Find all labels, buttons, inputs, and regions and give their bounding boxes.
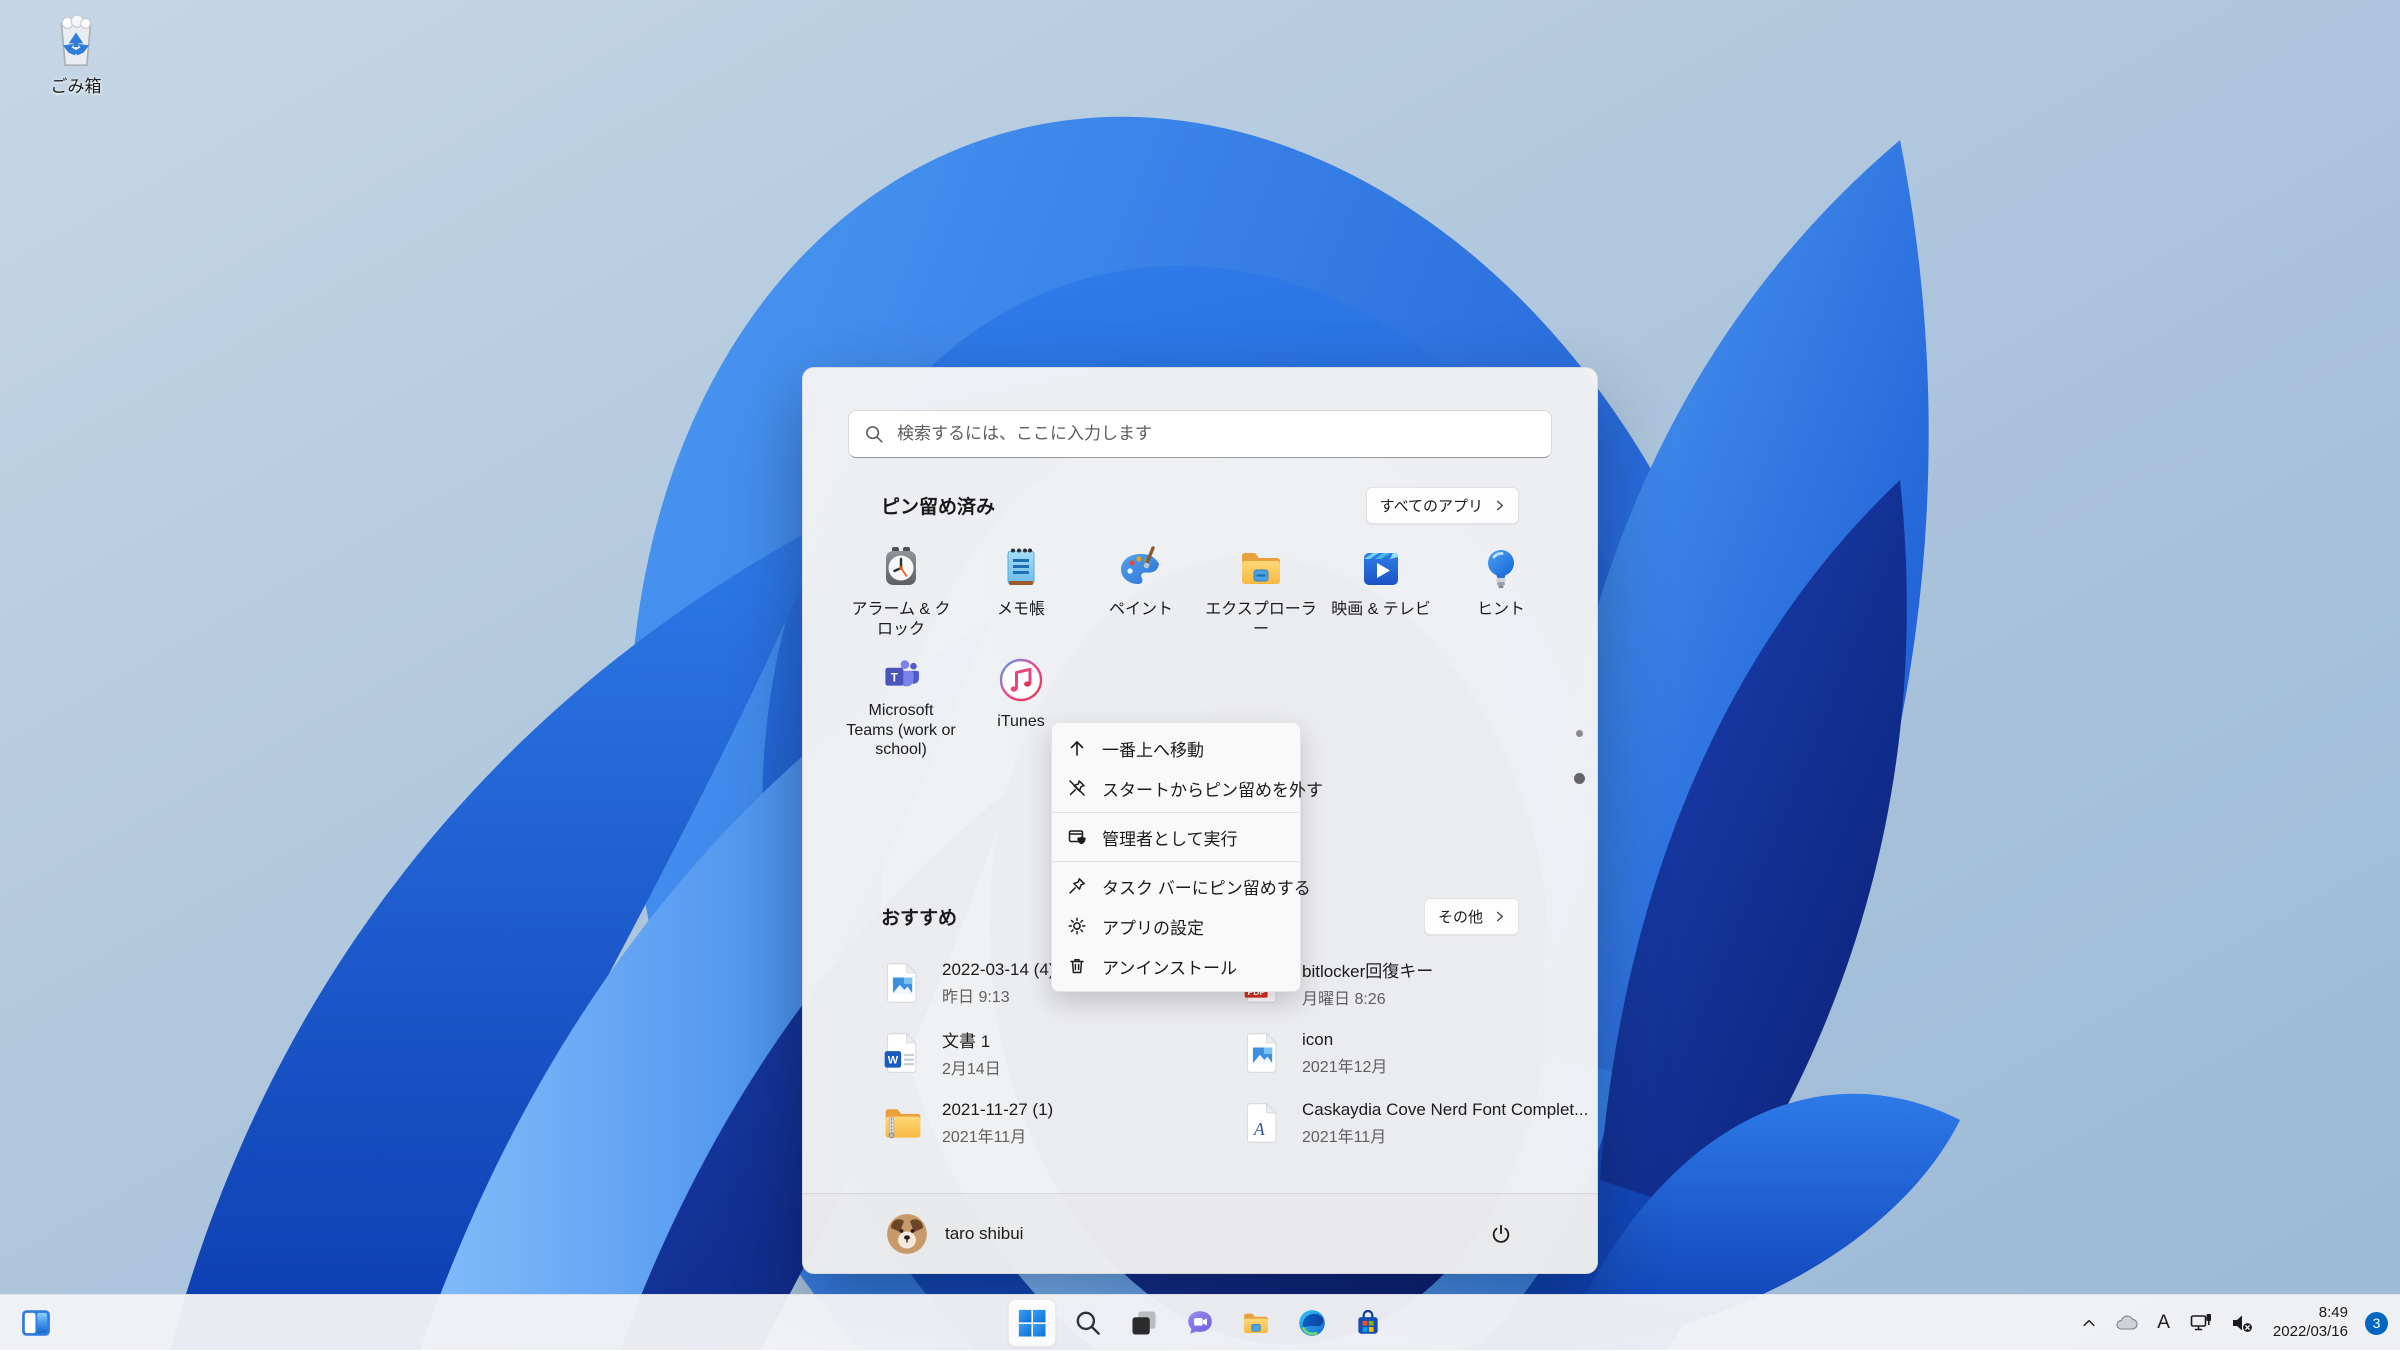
pinned-app-teams[interactable]: T Microsoft Teams (work or school) <box>841 648 961 760</box>
unpin-icon <box>1069 780 1085 796</box>
teams-icon: T <box>885 660 919 687</box>
tray-overflow-button[interactable] <box>2077 1309 2101 1337</box>
pinned-app-paint[interactable]: ペイント <box>1081 536 1201 648</box>
onedrive-tray-button[interactable] <box>2110 1307 2142 1339</box>
context-menu-item-pin-to-taskbar[interactable]: タスク バーにピン留めする <box>1057 866 1311 906</box>
network-icon <box>2190 1314 2211 1331</box>
context-menu-item-unpin-from-start[interactable]: スタートからピン留めを外す <box>1057 768 1323 808</box>
more-button[interactable]: その他 <box>1423 897 1519 935</box>
recommended-item[interactable]: W 文書 1 2月14日 <box>873 1018 1233 1088</box>
pinned-app-alarms-clock[interactable]: アラーム & クロック <box>841 536 961 648</box>
taskbar: A 8:49 2022/03/16 3 <box>0 1294 2400 1350</box>
recommended-item[interactable]: 2021-11-27 (1) 2021年11月 <box>873 1088 1233 1158</box>
user-account-button[interactable]: taro shibui <box>877 1208 1033 1260</box>
system-tray: A 8:49 2022/03/16 3 <box>2077 1295 2388 1351</box>
all-apps-button[interactable]: すべてのアプリ <box>1365 486 1519 524</box>
desktop: { "desktop": { "recycle_bin_label": "ごみ箱… <box>0 0 2400 1350</box>
start-button[interactable] <box>1008 1299 1056 1347</box>
svg-text:A: A <box>1253 1119 1265 1139</box>
clock-time: 8:49 <box>2318 1304 2348 1322</box>
pinned-title: ピン留め済み <box>881 496 996 518</box>
chat-icon <box>1188 1311 1212 1334</box>
windows-start-icon <box>1018 1309 1046 1337</box>
context-menu-separator <box>1053 812 1299 813</box>
pinned-page-indicator[interactable] <box>1574 730 1585 784</box>
pin-icon <box>1069 878 1085 894</box>
user-name: taro shibui <box>945 1223 1024 1243</box>
taskbar-clock[interactable]: 8:49 2022/03/16 <box>2273 1304 2348 1342</box>
volume-muted-tray-button[interactable] <box>2226 1306 2258 1340</box>
run-as-admin-shield-icon <box>1068 830 1086 845</box>
recommended-item[interactable]: A Caskaydia Cove Nerd Font Complet... 20… <box>1233 1088 1593 1158</box>
svg-text:T: T <box>891 671 899 684</box>
start-search-input[interactable] <box>848 410 1552 458</box>
notepad-icon <box>1007 548 1035 585</box>
image-file-icon <box>1246 1032 1277 1073</box>
edge-button[interactable] <box>1288 1299 1336 1347</box>
taskbar-center <box>1008 1299 1392 1347</box>
pinned-app-movies-tv[interactable]: 映画 & テレビ <box>1321 536 1441 648</box>
arrow-up-icon <box>1070 741 1084 756</box>
image-file-icon <box>886 962 917 1003</box>
recommended-item[interactable]: icon 2021年12月 <box>1233 1018 1593 1088</box>
file-explorer-icon <box>1244 1313 1268 1333</box>
chevron-right-icon <box>1496 911 1504 921</box>
itunes-icon <box>999 658 1043 702</box>
search-icon <box>1076 1311 1100 1335</box>
gear-icon <box>1068 917 1086 935</box>
power-icon <box>1492 1224 1510 1243</box>
pinned-app-notepad[interactable]: メモ帳 <box>961 536 1081 648</box>
notification-count-badge[interactable]: 3 <box>2365 1311 2388 1335</box>
pinned-app-explorer[interactable]: エクスプローラー <box>1201 536 1321 648</box>
context-menu-item-app-settings[interactable]: アプリの設定 <box>1057 906 1295 946</box>
file-explorer-icon <box>1242 553 1280 584</box>
tips-icon <box>1488 550 1514 588</box>
network-tray-button[interactable] <box>2185 1306 2217 1340</box>
context-menu-item-run-as-admin[interactable]: 管理者として実行 <box>1057 817 1295 857</box>
recycle-bin-label: ごみ箱 <box>50 77 102 96</box>
movies-tv-icon <box>1364 553 1398 585</box>
search-icon <box>866 426 883 443</box>
chevron-right-icon <box>1496 500 1504 510</box>
chevron-up-icon <box>2083 1319 2095 1327</box>
store-button[interactable] <box>1344 1299 1392 1347</box>
start-search-box <box>848 410 1552 458</box>
widgets-button[interactable] <box>14 1301 58 1345</box>
user-avatar <box>887 1213 927 1254</box>
svg-text:W: W <box>888 1055 899 1067</box>
edge-icon <box>1299 1310 1325 1336</box>
paint-icon <box>1121 546 1159 584</box>
microsoft-store-icon <box>1358 1309 1378 1334</box>
pinned-section-header: ピン留め済み すべてのアプリ <box>881 486 1519 524</box>
context-menu-item-move-to-top[interactable]: 一番上へ移動 <box>1057 728 1295 768</box>
taskbar-search-button[interactable] <box>1064 1299 1112 1347</box>
clock-date: 2022/03/16 <box>2272 1323 2348 1340</box>
word-file-icon: W <box>884 1032 917 1073</box>
alarms-clock-icon <box>886 547 916 585</box>
task-view-button[interactable] <box>1120 1299 1168 1347</box>
taskbar-explorer-button[interactable] <box>1232 1299 1280 1347</box>
context-menu-item-uninstall[interactable]: アンインストール <box>1057 946 1295 986</box>
page-dot[interactable] <box>1576 730 1583 737</box>
recycle-bin-desktop-icon[interactable]: ごみ箱 <box>26 12 126 97</box>
power-button[interactable] <box>1479 1212 1523 1256</box>
zip-folder-icon <box>885 1109 921 1139</box>
font-file-icon: A <box>1246 1102 1277 1143</box>
volume-muted-icon <box>2232 1315 2252 1332</box>
app-context-menu: 一番上へ移動 スタートからピン留めを外す 管理者として実行 タスク バーにピン留… <box>1051 722 1323 992</box>
ime-mode-indicator[interactable]: A <box>2151 1308 2176 1338</box>
trash-icon <box>1070 959 1084 974</box>
recycle-bin-icon <box>47 12 105 70</box>
widgets-icon <box>22 1310 50 1336</box>
page-dot-active[interactable] <box>1574 773 1585 784</box>
onedrive-cloud-icon <box>2116 1315 2138 1330</box>
start-menu-footer: taro shibui <box>803 1193 1597 1273</box>
pinned-app-tips[interactable]: ヒント <box>1441 536 1561 648</box>
recommended-title: おすすめ <box>881 907 958 929</box>
chat-button[interactable] <box>1176 1299 1224 1347</box>
task-view-icon <box>1132 1311 1156 1335</box>
context-menu-separator <box>1053 861 1299 862</box>
